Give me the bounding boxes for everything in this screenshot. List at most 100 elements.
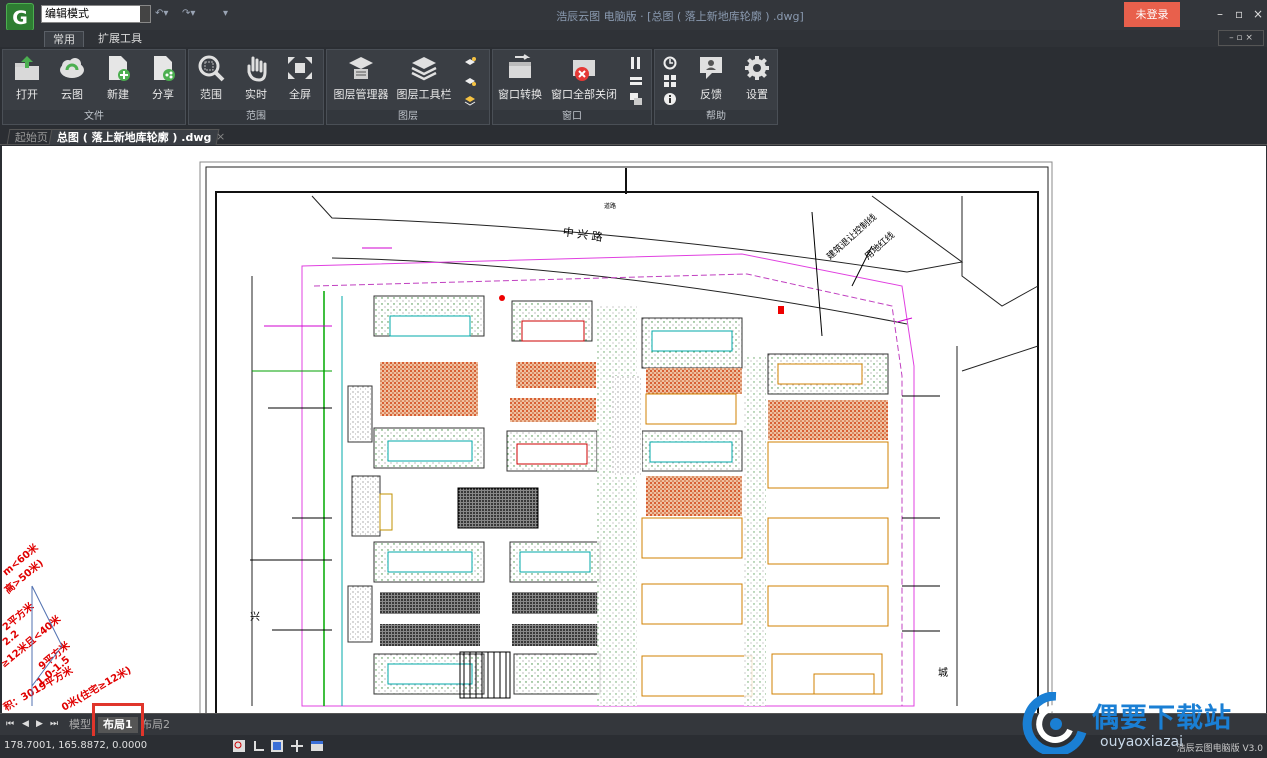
cloud-label: 云图 (61, 88, 83, 101)
zoom-range-icon (198, 55, 225, 82)
range-label: 范围 (200, 88, 222, 101)
document-tabs: 起始页 总图 ( 落上新地库轮廓 ) .dwg × (0, 128, 1267, 145)
fullscreen-button[interactable]: 全屏 (278, 54, 322, 102)
coordinates-readout: 178.7001, 165.8872, 0.0000 (4, 740, 148, 751)
minimize-button[interactable]: – (1217, 7, 1223, 21)
ribbon-tabs: 常用 扩展工具 (0, 30, 1267, 47)
group-file-label: 文件 (3, 110, 185, 124)
crosshair-icon[interactable] (290, 739, 304, 753)
watermark-text: 偶要下载站 (1092, 703, 1232, 734)
cloud-icon (60, 58, 84, 78)
last-layout-icon[interactable]: ⏭ (50, 719, 58, 729)
app-logo-icon[interactable]: G (6, 3, 34, 31)
close-all-icon (573, 60, 595, 81)
range-button[interactable]: 范围 (189, 54, 233, 102)
cascade-icon[interactable] (629, 92, 643, 106)
layer-manager-button[interactable]: 图层管理器 (333, 54, 389, 102)
window-switch-label: 窗口转换 (498, 88, 542, 101)
realtime-label: 实时 (245, 88, 267, 101)
close-all-windows-label: 窗口全部关闭 (551, 88, 617, 101)
group-help-label: 帮助 (655, 110, 777, 124)
login-button[interactable]: 未登录 (1124, 2, 1180, 27)
tile-vertical-icon[interactable] (629, 56, 643, 70)
group-help: 反馈 设置 帮助 (654, 49, 778, 125)
share-icon (154, 56, 175, 81)
layer-manager-label: 图层管理器 (333, 88, 389, 101)
window-icon[interactable] (310, 739, 324, 753)
open-folder-icon (15, 56, 39, 80)
road-name-top: 中 兴 路 (562, 226, 603, 244)
measure-icon[interactable] (232, 739, 246, 753)
close-tab-icon[interactable]: × (216, 130, 225, 143)
window-switch-icon (509, 54, 531, 78)
watermark-logo-icon (1022, 692, 1087, 754)
mdi-window-controls[interactable]: – ▫ × (1218, 30, 1264, 46)
open-label: 打开 (16, 88, 38, 101)
qat-customize-icon[interactable]: ▾ (223, 8, 228, 19)
cloud-button[interactable]: 云图 (50, 54, 94, 102)
chevron-down-icon[interactable] (140, 6, 150, 22)
fullscreen-label: 全屏 (289, 88, 311, 101)
gear-icon (745, 56, 769, 80)
apps-grid-icon[interactable] (663, 74, 677, 88)
new-label: 新建 (107, 88, 129, 101)
feedback-label: 反馈 (700, 88, 722, 101)
undo-icon[interactable]: ↶▾ (155, 8, 168, 19)
right-edge-label: 城 (938, 667, 948, 679)
road-name-left: 兴 (250, 611, 260, 623)
close-all-windows-button[interactable]: 窗口全部关闭 (549, 54, 619, 102)
open-button[interactable]: 打开 (5, 54, 49, 102)
tile-horizontal-icon[interactable] (629, 74, 643, 88)
mode-select-value: 编辑模式 (45, 7, 89, 20)
tab-start-page-label: 起始页 (14, 131, 48, 144)
fullscreen-icon (288, 57, 312, 79)
restore-button[interactable]: ▫ (1235, 7, 1243, 21)
share-button[interactable]: 分享 (141, 54, 185, 102)
watermark-url: ouyaoxiazai (1100, 734, 1184, 750)
drawing-canvas[interactable]: 中 兴 路 道路 建筑退让控制线 用地红线 兴 城 m<60米 高>50米) 2… (2, 146, 1266, 713)
realtime-button[interactable]: 实时 (234, 54, 278, 102)
tab-drawing[interactable]: 总图 ( 落上新地库轮廓 ) .dwg (48, 129, 220, 145)
close-button[interactable]: × (1253, 7, 1263, 21)
new-button[interactable]: 新建 (96, 54, 140, 102)
next-layout-icon[interactable]: ▶ (36, 719, 43, 729)
feedback-button[interactable]: 反馈 (689, 54, 733, 102)
share-label: 分享 (152, 88, 174, 101)
buildings-left (347, 295, 601, 699)
watermark: 偶要下载站 ouyaoxiazai (1020, 690, 1266, 756)
tab-extended-tools[interactable]: 扩展工具 (90, 31, 150, 47)
redo-icon[interactable]: ↷▾ (182, 8, 195, 19)
feedback-icon (700, 57, 722, 79)
grid-icon[interactable] (270, 739, 284, 753)
update-icon[interactable] (663, 56, 677, 70)
prev-layout-icon[interactable]: ◀ (22, 719, 29, 729)
group-layer-label: 图层 (327, 110, 489, 124)
layer-tool-3-icon[interactable] (463, 92, 477, 106)
title-bar: G 编辑模式 ↶▾ ↷▾ ▾ 浩辰云图 电脑版 · [总图 ( 落上新地库轮廓 … (0, 0, 1267, 31)
group-window-label: 窗口 (493, 110, 651, 124)
road-small-label: 道路 (604, 202, 616, 210)
layer-toolbar-label: 图层工具栏 (396, 88, 452, 101)
group-browse: 范围 实时 全屏 范围 (188, 49, 324, 125)
settings-button[interactable]: 设置 (735, 54, 779, 102)
mode-select[interactable]: 编辑模式 (41, 5, 151, 23)
layer-manager-icon (349, 57, 373, 79)
cad-drawing: 中 兴 路 道路 建筑退让控制线 用地红线 兴 城 m<60米 高>50米) 2… (2, 161, 1053, 713)
group-layer: 图层管理器 图层工具栏 图层 (326, 49, 490, 125)
pan-hand-icon (247, 56, 267, 82)
ortho-icon[interactable] (252, 739, 266, 753)
layer-tool-1-icon[interactable] (463, 56, 477, 70)
window-title: 浩辰云图 电脑版 · [总图 ( 落上新地库轮廓 ) .dwg] (556, 10, 804, 23)
layers-icon (411, 57, 437, 81)
window-switch-button[interactable]: 窗口转换 (495, 54, 545, 102)
red-line-label: 用地红线 (862, 229, 897, 262)
layer-tool-2-icon[interactable] (463, 74, 477, 88)
group-window: 窗口转换 窗口全部关闭 窗口 (492, 49, 652, 125)
group-file: 打开 云图 新建 分享 文件 (2, 49, 186, 125)
settings-label: 设置 (746, 88, 768, 101)
tab-common[interactable]: 常用 (44, 31, 84, 47)
layer-toolbar-button[interactable]: 图层工具栏 (395, 54, 453, 102)
first-layout-icon[interactable]: ⏮ (6, 719, 14, 729)
group-browse-label: 范围 (189, 110, 323, 124)
info-icon[interactable] (663, 92, 677, 106)
